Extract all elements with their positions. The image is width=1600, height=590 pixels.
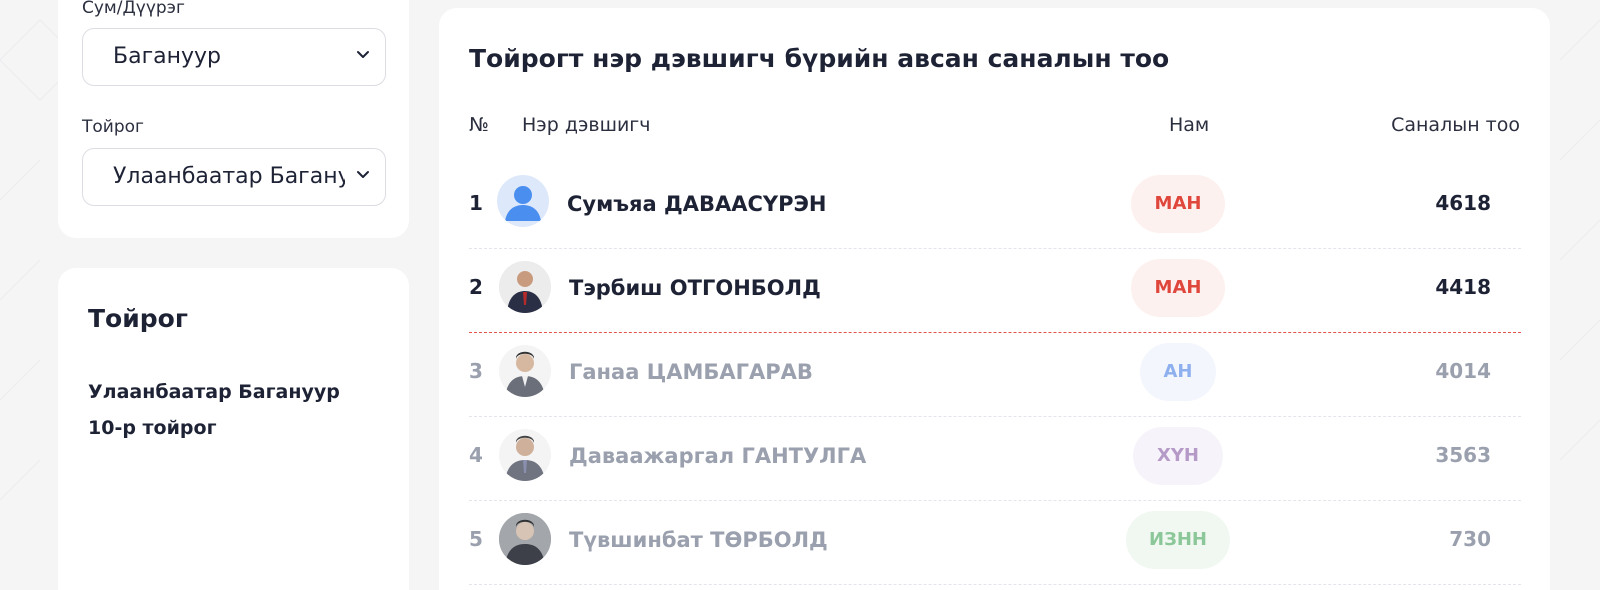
vote-count: 730 — [1449, 527, 1491, 551]
district-label: Сум/Дүүрэг — [82, 0, 185, 18]
info-constituency-number: 10-р тойрог — [88, 417, 217, 439]
vote-count: 4618 — [1435, 191, 1491, 215]
table-row: 4 Даваажаргал ГАНТУЛГА ХҮН 3563 — [469, 417, 1521, 501]
info-constituency-name: Улаанбаатар Багануур — [88, 381, 340, 403]
constituency-select[interactable]: Улаанбаатар Багануур — [82, 148, 386, 206]
column-header-party: Нам — [1169, 114, 1210, 136]
row-number: 1 — [469, 191, 483, 215]
party-badge: ХҮН — [1133, 427, 1223, 485]
filter-panel: Сум/Дүүрэг Багануур Тойрог Улаанбаатар Б… — [58, 0, 409, 238]
constituency-info-panel: Тойрог Улаанбаатар Багануур 10-р тойрог — [58, 268, 409, 590]
table-row: 3 Ганаа ЦАМБАГАРАВ АН 4014 — [469, 333, 1521, 417]
info-title: Тойрог — [88, 304, 188, 333]
party-badge: ИЗНН — [1126, 511, 1230, 569]
candidate-name: Түвшинбат ТӨРБОЛД — [569, 528, 828, 552]
candidate-name: Сумъяа ДАВААСҮРЭН — [567, 192, 827, 216]
candidate-photo — [499, 429, 551, 481]
results-panel: Тойрогт нэр дэвшигч бүрийн авсан саналын… — [439, 8, 1550, 590]
party-badge: МАН — [1131, 259, 1225, 317]
candidate-photo — [499, 261, 551, 313]
chevron-down-icon — [357, 51, 369, 58]
row-number: 3 — [469, 359, 483, 383]
candidate-name: Ганаа ЦАМБАГАРАВ — [569, 360, 813, 384]
candidate-name: Тэрбиш ОТГОНБОЛД — [569, 276, 821, 300]
candidate-photo — [499, 345, 551, 397]
table-row: 2 Тэрбиш ОТГОНБОЛД МАН 4418 — [469, 249, 1521, 333]
chevron-down-icon — [357, 171, 369, 178]
vote-count: 4418 — [1435, 275, 1491, 299]
table-row: 5 Түвшинбат ТӨРБОЛД ИЗНН 730 — [469, 501, 1521, 585]
vote-count: 3563 — [1435, 443, 1491, 467]
row-number: 2 — [469, 275, 483, 299]
constituency-label: Тойрог — [82, 117, 144, 137]
default-user-icon — [497, 175, 549, 227]
candidate-photo — [499, 513, 551, 565]
candidate-name: Даваажаргал ГАНТУЛГА — [569, 444, 867, 468]
column-header-votes: Саналын тоо — [1391, 114, 1520, 136]
row-number: 5 — [469, 527, 483, 551]
results-title: Тойрогт нэр дэвшигч бүрийн авсан саналын… — [469, 44, 1170, 73]
party-badge: МАН — [1131, 175, 1225, 233]
table-row: 1 Сумъяа ДАВААСҮРЭН МАН 4618 — [469, 165, 1521, 249]
district-select-value: Багануур — [113, 44, 222, 69]
constituency-select-value: Улаанбаатар Багануур — [113, 164, 345, 189]
row-number: 4 — [469, 443, 483, 467]
district-select[interactable]: Багануур — [82, 28, 386, 86]
column-header-candidate: Нэр дэвшигч — [522, 114, 651, 136]
party-badge: АН — [1140, 343, 1216, 401]
vote-count: 4014 — [1435, 359, 1491, 383]
column-header-number: № — [469, 114, 489, 136]
